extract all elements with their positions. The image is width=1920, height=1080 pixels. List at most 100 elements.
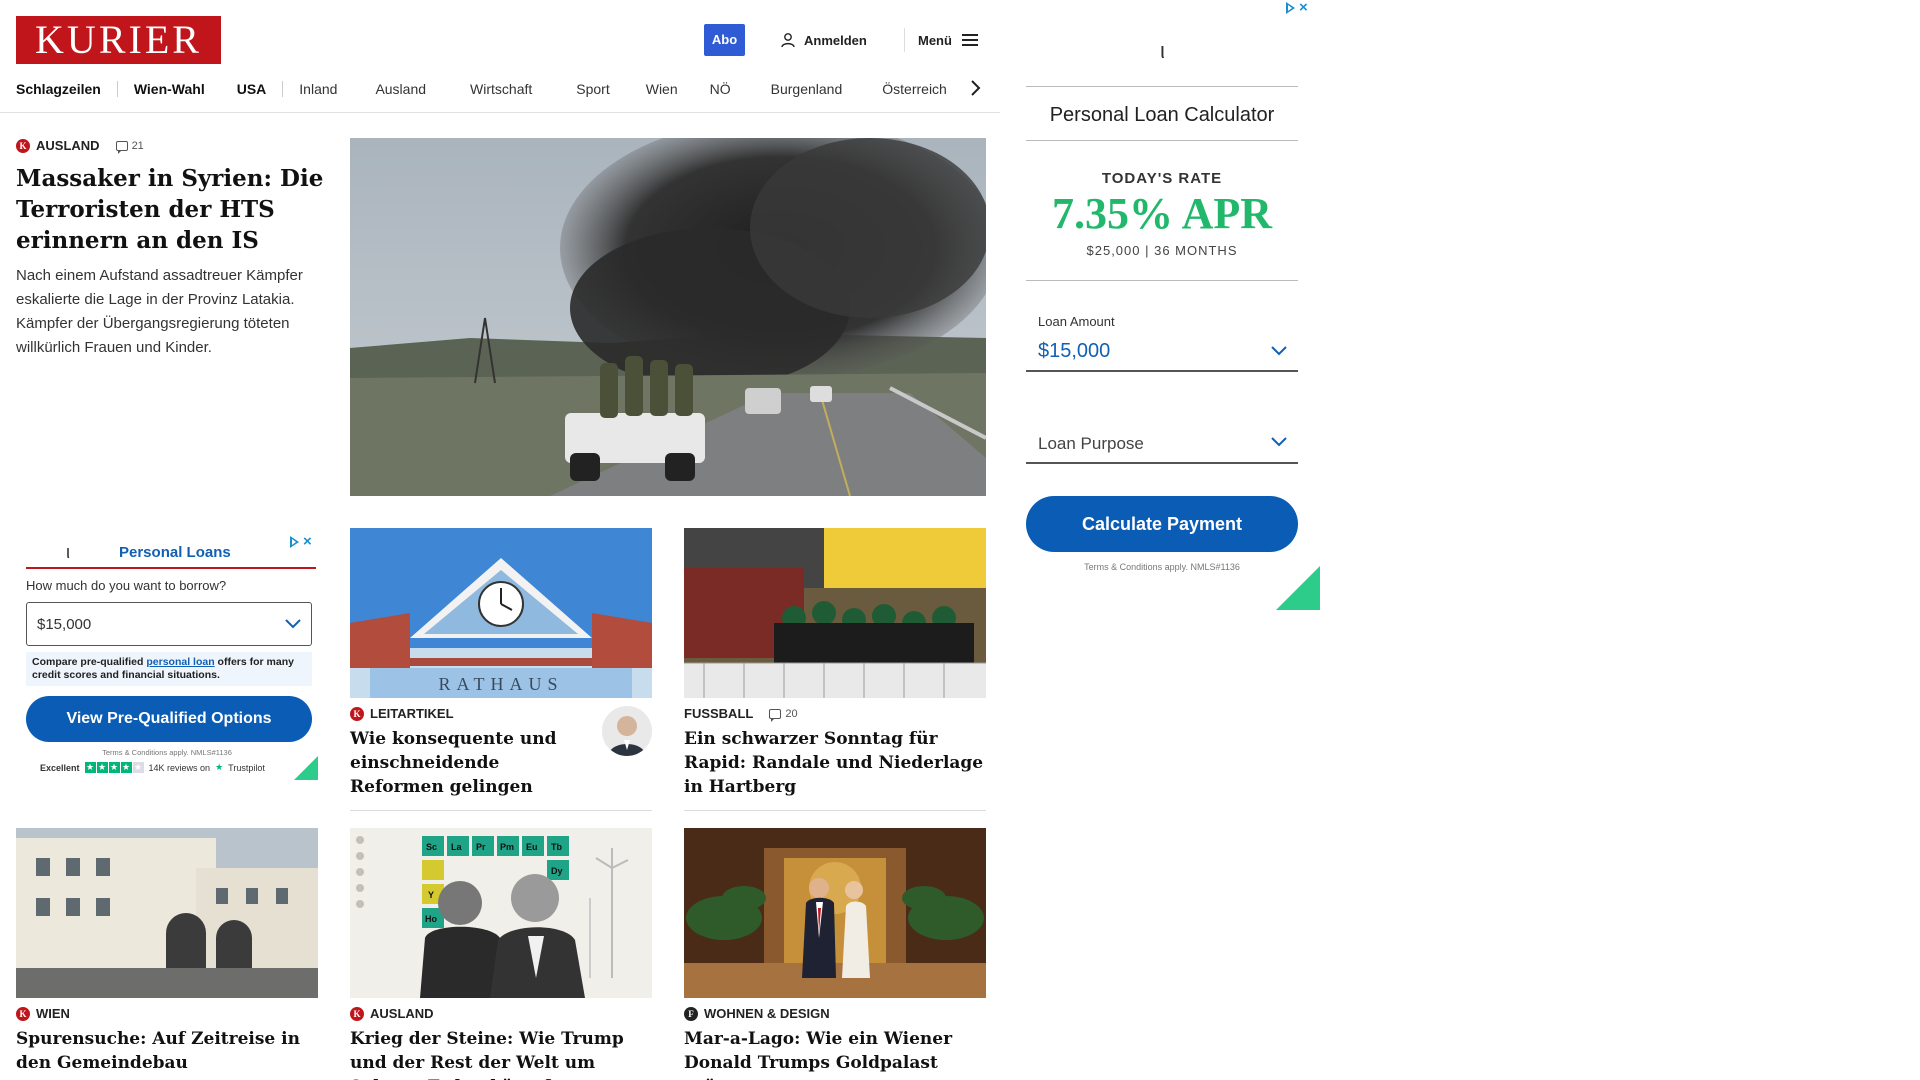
rating-stars: ★ ★ ★ ★ ★ — [84, 762, 144, 773]
nav-item-schlagzeilen[interactable]: Schlagzeilen — [16, 79, 117, 99]
section-nav: Schlagzeilen Wien-Wahl USA Inland Auslan… — [16, 76, 986, 102]
author-avatar[interactable] — [602, 706, 652, 756]
lead-teaser: Nach einem Aufstand assadtreuer Kämpfer … — [16, 267, 303, 356]
ad-divider — [1026, 140, 1298, 141]
star-icon: ★ — [120, 762, 132, 773]
article-image[interactable] — [16, 828, 318, 998]
lead-photo-syria-smoke — [350, 138, 986, 496]
kicker-label: WIEN — [36, 1006, 70, 1021]
chevron-down-icon — [285, 619, 301, 629]
element-tile: Sc — [426, 842, 437, 852]
star-icon: ★ — [132, 762, 144, 773]
article-headline[interactable]: Wie konsequente und einschneidende Refor… — [350, 727, 590, 799]
article-image[interactable]: RATHAUS — [350, 528, 652, 698]
nav-item-noe[interactable]: NÖ — [696, 79, 753, 99]
article-headline[interactable]: Mar-a-Lago: Wie ein Wiener Donald Trumps… — [684, 1027, 986, 1080]
nav-item-usa[interactable]: USA — [221, 79, 283, 99]
comment-count[interactable]: 20 — [769, 707, 798, 722]
article-card-fussball[interactable]: FUSSBALL 20 Ein schwarzer Sonntag für Ra… — [684, 528, 986, 811]
comment-icon — [115, 140, 128, 154]
kurier-k-icon: K — [16, 1006, 30, 1021]
field-underline — [1026, 370, 1298, 372]
ad-note: Compare pre-qualified personal loan offe… — [26, 652, 312, 686]
ad-headline: Personal Loans — [119, 544, 231, 561]
element-tile: Dy — [551, 866, 563, 876]
kicker-label: AUSLAND — [36, 138, 100, 153]
personal-loan-link[interactable]: personal loan — [146, 656, 214, 668]
menu-label: Menü — [918, 32, 952, 48]
ad-personal-loans[interactable]: ι Personal Loans How much do you want to… — [16, 528, 318, 780]
nav-item-ausland[interactable]: Ausland — [353, 79, 448, 99]
article-kicker: K WIEN — [16, 1006, 318, 1021]
nav-item-wien[interactable]: Wien — [632, 79, 696, 99]
nav-item-inland[interactable]: Inland — [283, 79, 353, 99]
loan-amount-select[interactable]: $15,000 — [1038, 340, 1110, 363]
borrow-amount-value: $15,000 — [37, 615, 92, 633]
loan-purpose-select[interactable]: Loan Purpose — [1038, 434, 1144, 454]
ad-question: How much do you want to borrow? — [26, 578, 227, 593]
star-icon: ★ — [108, 762, 120, 773]
article-headline[interactable]: Spurensuche: Auf Zeitreise in den Gemein… — [16, 1027, 318, 1075]
lead-image[interactable] — [350, 138, 986, 496]
loan-amount-label: Loan Amount — [1038, 314, 1115, 329]
article-card-mar-a-lago[interactable]: f WOHNEN & DESIGN Mar-a-Lago: Wie ein Wi… — [684, 828, 986, 1080]
article-card-seltene-erden[interactable]: Sc La Pr Pm Eu Tb Y Dy Ho K AUSLAND Krie… — [350, 828, 652, 1080]
nav-item-oesterreich[interactable]: Österreich — [864, 79, 963, 99]
lead-headline[interactable]: Massaker in Syrien: Die Terroristen der … — [16, 163, 326, 256]
photo-rathaus: RATHAUS — [350, 528, 652, 698]
nav-item-sport[interactable]: Sport — [554, 79, 631, 99]
article-image[interactable] — [684, 528, 986, 698]
freizeit-f-icon: f — [684, 1006, 698, 1021]
kicker-label: FUSSBALL — [684, 706, 754, 721]
close-icon[interactable]: × — [1299, 0, 1308, 15]
kicker-label: LEITARTIKEL — [370, 706, 454, 721]
kurier-k-icon: K — [350, 706, 364, 721]
header-rule — [0, 112, 1000, 113]
nav-item-wien-wahl[interactable]: Wien-Wahl — [118, 79, 221, 99]
ad-note-text: Compare pre-qualified — [32, 656, 147, 668]
ad-terms: Terms & Conditions apply. NMLS#1136 — [102, 748, 232, 757]
ad-loan-calculator[interactable]: ι Personal Loan Calculator TODAY'S RATE … — [1020, 0, 1320, 610]
comment-count-value: 20 — [785, 707, 798, 720]
star-icon: ★ — [96, 762, 108, 773]
lead-article[interactable]: K AUSLAND 21 Massaker in Syrien: Die Ter… — [16, 138, 326, 360]
nav-item-burgenland[interactable]: Burgenland — [753, 79, 865, 99]
element-tile: Ho — [425, 914, 437, 924]
article-image[interactable] — [684, 828, 986, 998]
tp-brand: Trustpilot — [228, 762, 265, 773]
article-kicker: f WOHNEN & DESIGN — [684, 1006, 986, 1021]
article-card-leitartikel[interactable]: RATHAUS K LEITARTIKEL Wie konsequente un… — [350, 528, 652, 811]
close-icon[interactable]: × — [303, 534, 312, 549]
comment-count[interactable]: 21 — [115, 140, 144, 154]
article-image[interactable]: Sc La Pr Pm Eu Tb Y Dy Ho — [350, 828, 652, 998]
user-icon — [781, 33, 795, 48]
ad-corner-decor — [294, 756, 318, 780]
calculate-payment-button[interactable]: Calculate Payment — [1026, 496, 1298, 552]
kurier-logo[interactable]: KURIER — [16, 16, 221, 64]
photo-mar-a-lago — [684, 828, 986, 998]
adchoices-big[interactable]: × — [1286, 0, 1308, 15]
hamburger-icon — [961, 34, 978, 46]
abo-button[interactable]: Abo — [704, 24, 745, 56]
chevron-down-icon[interactable] — [1270, 436, 1288, 448]
adchoices-small[interactable]: × — [290, 534, 312, 549]
rate-terms: $25,000 | 36 MONTHS — [1086, 243, 1238, 258]
ad-terms: Terms & Conditions apply. NMLS#1136 — [1084, 562, 1240, 572]
element-tile: Tb — [551, 842, 562, 852]
borrow-amount-select[interactable]: $15,000 — [26, 602, 312, 646]
element-tile: Y — [428, 890, 434, 900]
element-tile: Eu — [526, 842, 538, 852]
trustpilot-badge: Excellent ★ ★ ★ ★ ★ 14K reviews on ★ Tru… — [40, 762, 265, 773]
article-headline[interactable]: Krieg der Steine: Wie Trump und der Rest… — [350, 1027, 652, 1080]
article-headline[interactable]: Ein schwarzer Sonntag für Rapid: Randale… — [684, 727, 986, 799]
chevron-right-icon[interactable] — [968, 78, 982, 98]
star-icon: ★ — [84, 762, 96, 773]
article-card-wien[interactable]: K WIEN Spurensuche: Auf Zeitreise in den… — [16, 828, 318, 1075]
nav-item-wirtschaft[interactable]: Wirtschaft — [448, 79, 554, 99]
calculator-title: Personal Loan Calculator — [1049, 104, 1275, 126]
menu-button[interactable]: Menü — [918, 24, 978, 56]
login-button[interactable]: Anmelden — [780, 24, 867, 56]
ad-underline — [26, 567, 316, 569]
chevron-down-icon[interactable] — [1270, 345, 1288, 357]
view-prequalified-button[interactable]: View Pre-Qualified Options — [26, 696, 312, 742]
